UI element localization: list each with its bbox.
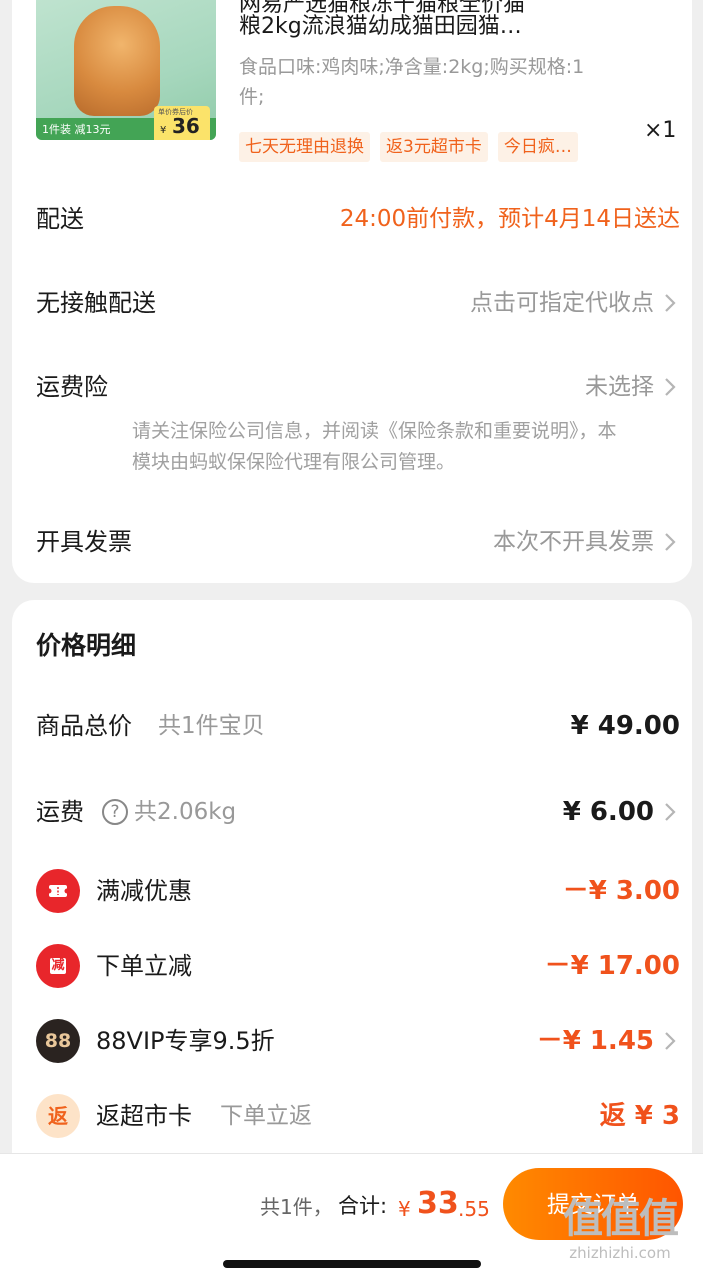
total-integer: 33 xyxy=(417,1186,459,1221)
delivery-value: 24:00前付款，预计4月14日送达 xyxy=(339,206,680,232)
chevron-right-icon xyxy=(660,1030,680,1052)
fan-icon: 返 xyxy=(36,1094,80,1138)
shipping-fee-label: 运费 xyxy=(36,798,84,826)
watermark: 值值值 zhizhizhi.com xyxy=(540,1194,700,1262)
product-quantity: ×1 xyxy=(644,118,677,143)
shipping-fee-row[interactable]: 运费 ? 共2.06kg ¥ 6.00 xyxy=(36,790,680,834)
total-label: 合计: xyxy=(338,1194,388,1218)
goods-total-row: 商品总价 共1件宝贝 ¥ 49.00 xyxy=(36,704,680,748)
total-decimal: .55 xyxy=(458,1197,490,1221)
contactless-row[interactable]: 无接触配送 点击可指定代收点 xyxy=(36,283,680,323)
tag-return: 七天无理由退换 xyxy=(239,132,370,162)
discount-row-instant: 减 下单立减 －¥ 17.00 xyxy=(36,944,680,988)
invoice-label: 开具发票 xyxy=(36,528,132,556)
contactless-label: 无接触配送 xyxy=(36,289,156,317)
shipping-fee-amount: ¥ 6.00 xyxy=(562,797,654,827)
supermarket-card-sub: 下单立返 xyxy=(220,1103,312,1129)
item-count: 共1件， xyxy=(260,1195,333,1219)
discount-amount: －¥ 1.45 xyxy=(536,1026,654,1056)
jian-icon-text: 减 xyxy=(51,958,65,973)
total-yen: ¥ xyxy=(398,1197,411,1221)
coupon-icon xyxy=(36,869,80,913)
product-title-line2[interactable]: 粮2kg流浪猫幼成猫田园猫… xyxy=(239,10,619,44)
chevron-right-icon xyxy=(660,531,680,553)
delivery-label: 配送 xyxy=(36,205,84,233)
product-tags: 七天无理由退换 返3元超市卡 今日疯… xyxy=(239,132,578,162)
price-chip-value: 36 xyxy=(172,114,200,138)
price-chip-yen: ¥ xyxy=(160,125,167,136)
price-chip: 单价券后价 ¥ 36 xyxy=(154,106,210,140)
order-card: 1件装 减13元 单价券后价 ¥ 36 网易严选猫粮冻干猫粮全价猫 粮2kg流浪… xyxy=(12,0,692,583)
insurance-note[interactable]: 请关注保险公司信息，并阅读《保险条款和重要说明》，本模块由蚂蚁保保险代理有限公司… xyxy=(132,416,632,478)
checkout-bar: 共1件， 合计: ¥ 33 .55 提交订单 值值值 zhizhizhi.com xyxy=(0,1153,703,1279)
promo-text: 1件装 减13元 xyxy=(42,123,111,136)
discount-row-full-reduction: 满减优惠 －¥ 3.00 xyxy=(36,869,680,913)
chevron-right-icon xyxy=(660,292,680,314)
discount-amount: －¥ 17.00 xyxy=(544,951,680,981)
tag-today: 今日疯… xyxy=(497,132,578,162)
watermark-url: zhizhizhi.com xyxy=(569,1244,671,1262)
discount-label: 下单立减 xyxy=(96,952,192,980)
shipping-insurance-label: 运费险 xyxy=(36,373,108,401)
product-image[interactable]: 1件装 减13元 单价券后价 ¥ 36 xyxy=(36,0,216,140)
discount-amount: －¥ 3.00 xyxy=(562,876,680,906)
invoice-value: 本次不开具发票 xyxy=(493,529,654,555)
shipping-weight: 共2.06kg xyxy=(134,799,237,825)
supermarket-card-amount: 返 ¥ 3 xyxy=(599,1101,680,1131)
goods-total-label: 商品总价 xyxy=(36,712,132,740)
cat-image-icon xyxy=(74,6,160,116)
help-icon[interactable]: ? xyxy=(102,799,128,825)
vip88-icon: 88 xyxy=(36,1019,80,1063)
home-indicator[interactable] xyxy=(223,1260,481,1268)
goods-total-amount: ¥ 49.00 xyxy=(570,711,680,741)
shipping-insurance-value: 未选择 xyxy=(585,374,654,400)
watermark-text: 值值值 xyxy=(563,1196,679,1242)
shipping-insurance-row[interactable]: 运费险 未选择 xyxy=(36,367,680,407)
invoice-row[interactable]: 开具发票 本次不开具发票 xyxy=(36,522,680,562)
discount-label: 88VIP专享9.5折 xyxy=(96,1027,275,1055)
supermarket-card-label: 返超市卡 xyxy=(96,1102,192,1130)
tag-cashback: 返3元超市卡 xyxy=(380,132,488,162)
vip88-icon-text: 88 xyxy=(44,1030,72,1052)
price-detail-card: 价格明细 商品总价 共1件宝贝 ¥ 49.00 运费 ? 共2.06kg ¥ 6… xyxy=(12,600,692,1160)
delivery-row: 配送 24:00前付款，预计4月14日送达 xyxy=(36,199,680,239)
fan-icon-text: 返 xyxy=(48,1104,68,1128)
jian-icon: 减 xyxy=(36,944,80,988)
contactless-value: 点击可指定代收点 xyxy=(470,290,654,316)
discount-label: 满减优惠 xyxy=(96,877,192,905)
chevron-right-icon xyxy=(660,801,680,823)
chevron-right-icon xyxy=(660,376,680,398)
supermarket-card-row: 返 返超市卡 下单立返 返 ¥ 3 xyxy=(36,1094,680,1138)
product-spec: 食品口味:鸡肉味;净含量:2kg;购买规格:1件; xyxy=(239,56,585,108)
discount-row-88vip[interactable]: 88 88VIP专享9.5折 －¥ 1.45 xyxy=(36,1019,680,1063)
price-detail-title: 价格明细 xyxy=(36,631,137,660)
goods-total-sub: 共1件宝贝 xyxy=(158,713,265,739)
